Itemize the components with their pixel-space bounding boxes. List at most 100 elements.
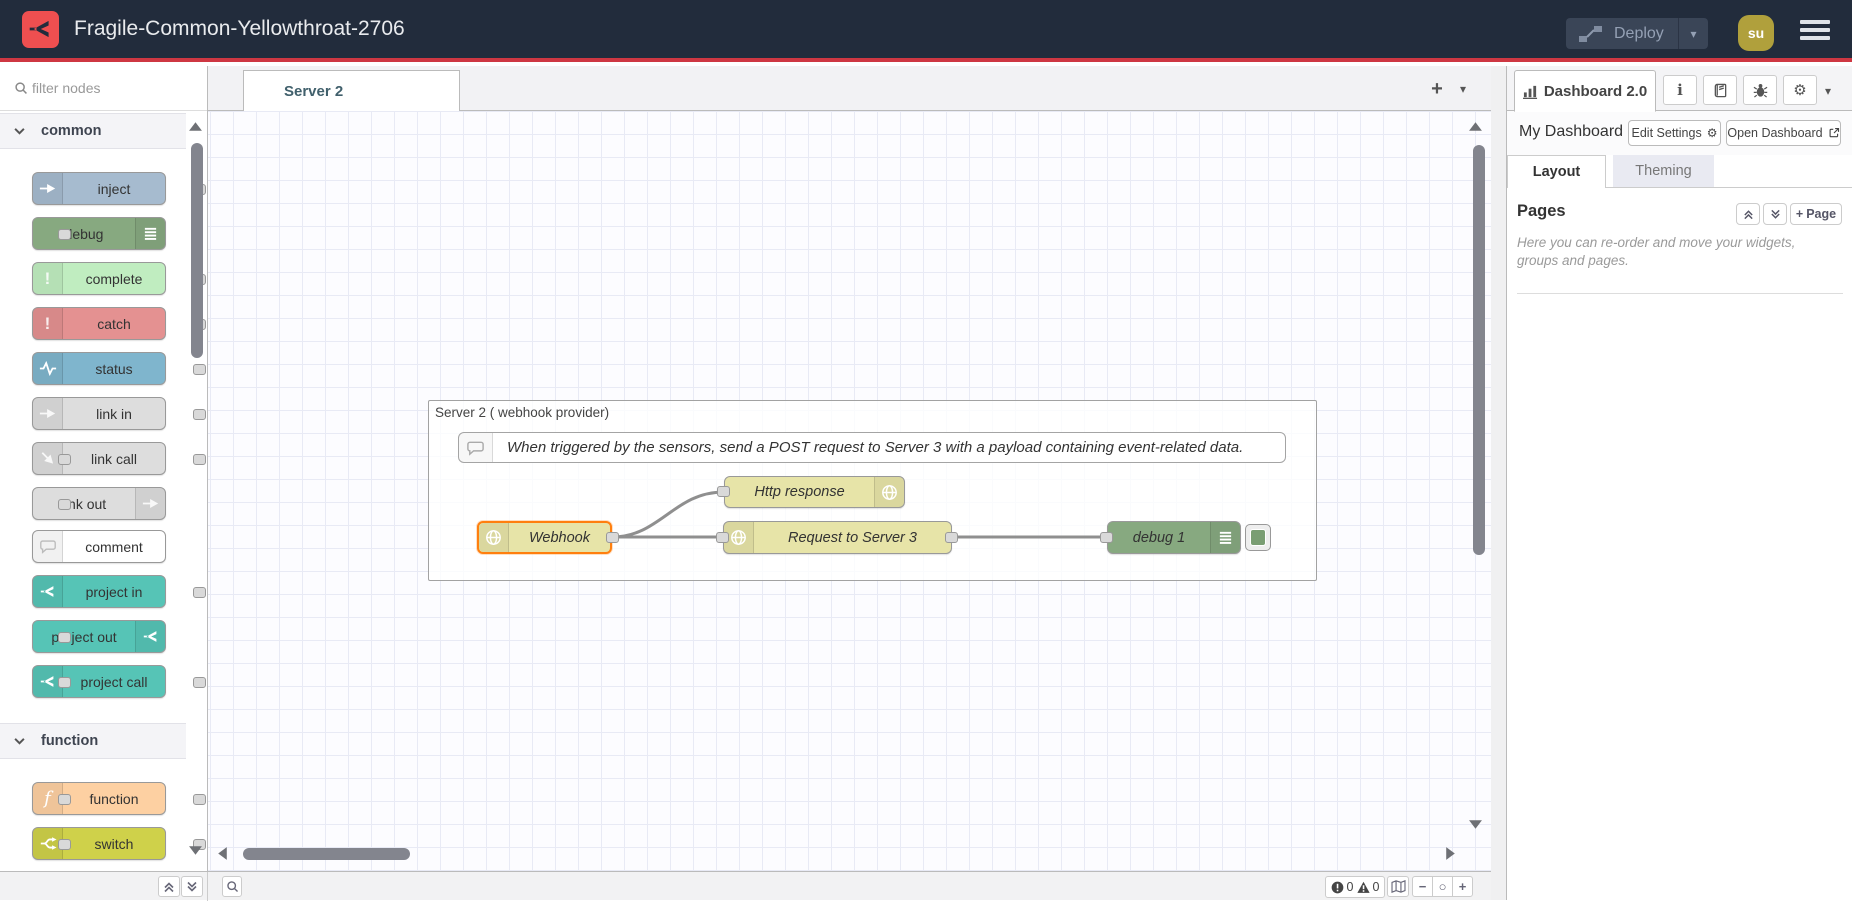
search-flows-button[interactable] [222,876,242,897]
debug-tab-button[interactable] [1743,75,1777,105]
output-port [193,794,206,805]
palette-node-function[interactable]: f function [32,782,166,815]
node-red-logo-icon [22,11,59,48]
move-page-down-button[interactable] [1763,203,1787,225]
pages-hint-text: Here you can re-order and move your widg… [1517,234,1839,270]
flow-status-counts[interactable]: 0 0 [1325,876,1385,898]
palette-node-catch[interactable]: ! catch [32,307,166,340]
error-icon [1331,881,1344,894]
webhook-output-port[interactable] [606,532,619,543]
zoom-in-button[interactable]: + [1452,876,1473,897]
link-arrow-icon [135,488,165,519]
filter-nodes-input[interactable] [32,76,192,100]
double-chevron-down-icon [1770,209,1781,220]
link-arrow-icon [33,398,63,429]
request-input-port[interactable] [716,532,729,543]
palette-category-function[interactable]: function [0,723,186,759]
request-output-port[interactable] [945,532,958,543]
palette-expand-button[interactable] [181,876,203,897]
sidebar-resize-gutter[interactable] [1491,66,1506,900]
main-menu-button[interactable] [1800,20,1830,44]
input-port [58,794,71,805]
comment-node[interactable]: When triggered by the sensors, send a PO… [458,432,1286,463]
scroll-up-icon[interactable] [1468,121,1483,132]
node-request-to-server-3[interactable]: Request to Server 3 [723,521,952,554]
palette-node-comment[interactable]: comment [32,530,166,563]
move-page-up-button[interactable] [1736,203,1760,225]
tab-theming[interactable]: Theming [1613,155,1714,187]
globe-icon [479,523,509,552]
open-dashboard-button[interactable]: Open Dashboard [1726,120,1841,146]
comment-bubble-icon [33,531,63,562]
palette-scroll-up-icon[interactable] [188,121,203,132]
flow-canvas[interactable]: Server 2 ( webhook provider) When trigge… [208,111,1491,871]
deploy-options-chevron[interactable]: ▾ [1678,18,1708,49]
navigator-button[interactable] [1387,876,1409,897]
palette-collapse-button[interactable] [158,876,180,897]
node-webhook[interactable]: Webhook [477,521,612,554]
tab-server-2[interactable]: Server 2 [243,70,460,111]
palette-scrollbar-thumb[interactable] [191,143,203,358]
user-avatar[interactable]: su [1738,15,1774,51]
palette-node-debug[interactable]: debug [32,217,166,250]
scroll-left-icon[interactable] [217,846,228,861]
info-tab-button[interactable]: i [1663,75,1697,105]
add-flow-button[interactable]: + [1424,79,1450,101]
palette-node-status[interactable]: status [32,352,166,385]
palette-node-project-in[interactable]: project in [32,575,166,608]
palette-node-project-out[interactable]: project out [32,620,166,653]
output-port [193,454,206,465]
http-response-input-port[interactable] [717,486,730,497]
palette-node-link-in[interactable]: link in [32,397,166,430]
scroll-right-icon[interactable] [1445,846,1456,861]
globe-icon [874,477,904,507]
edit-settings-button[interactable]: Edit Settings ⚙ [1628,120,1721,146]
palette-category-common[interactable]: common [0,113,186,149]
vertical-scrollbar-thumb[interactable] [1473,145,1485,555]
palette-node-complete[interactable]: ! complete [32,262,166,295]
palette-node-link-call[interactable]: link call [32,442,166,475]
pages-divider [1517,293,1843,294]
workspace-tabbar: Server 2 + ▾ [208,66,1491,111]
scroll-down-icon[interactable] [1468,819,1483,830]
node-palette: common inject debug ! complete ! catch s… [0,66,208,871]
input-port [58,499,71,510]
help-tab-button[interactable] [1703,75,1737,105]
workspace-footer: 0 0 − ○ + [0,871,1491,900]
bar-chart-icon [1523,84,1538,99]
zoom-reset-button[interactable]: ○ [1432,876,1453,897]
palette-node-inject[interactable]: inject [32,172,166,205]
output-port [193,364,206,375]
deploy-label: Deploy [1614,25,1664,43]
debug-list-icon [135,218,165,249]
deploy-icon [1578,25,1604,43]
tab-dashboard-2[interactable]: Dashboard 2.0 [1514,70,1656,112]
app-title: Fragile-Common-Yellowthroat-2706 [74,17,405,41]
output-port [193,677,206,688]
flow-list-chevron[interactable]: ▾ [1460,82,1466,96]
footer-divider [207,872,208,901]
book-icon [1713,83,1728,98]
zoom-out-button[interactable]: − [1412,876,1433,897]
palette-scroll-down-icon[interactable] [188,845,203,856]
palette-node-project-call[interactable]: project call [32,665,166,698]
palette-search[interactable] [0,66,207,111]
node-http-response[interactable]: Http response [724,476,905,508]
tab-layout[interactable]: Layout [1507,155,1606,188]
comment-bubble-icon [459,433,493,462]
project-icon [135,621,165,652]
warning-count: 0 [1373,880,1380,894]
inject-icon [33,173,63,204]
palette-node-switch[interactable]: switch [32,827,166,860]
config-tab-button[interactable]: ⚙ [1783,75,1817,105]
exclamation-icon: ! [33,263,63,294]
debug-enable-toggle[interactable] [1245,524,1271,551]
debug-input-port[interactable] [1100,532,1113,543]
sidebar-tabs-chevron[interactable]: ▾ [1825,84,1831,98]
dashboard-header-row: My Dashboard Edit Settings ⚙ Open Dashbo… [1507,111,1852,155]
palette-node-link-out[interactable]: link out [32,487,166,520]
add-page-button[interactable]: + Page [1790,203,1842,225]
input-port [58,677,71,688]
node-debug-1[interactable]: debug 1 [1107,521,1241,554]
horizontal-scrollbar-thumb[interactable] [243,848,410,860]
